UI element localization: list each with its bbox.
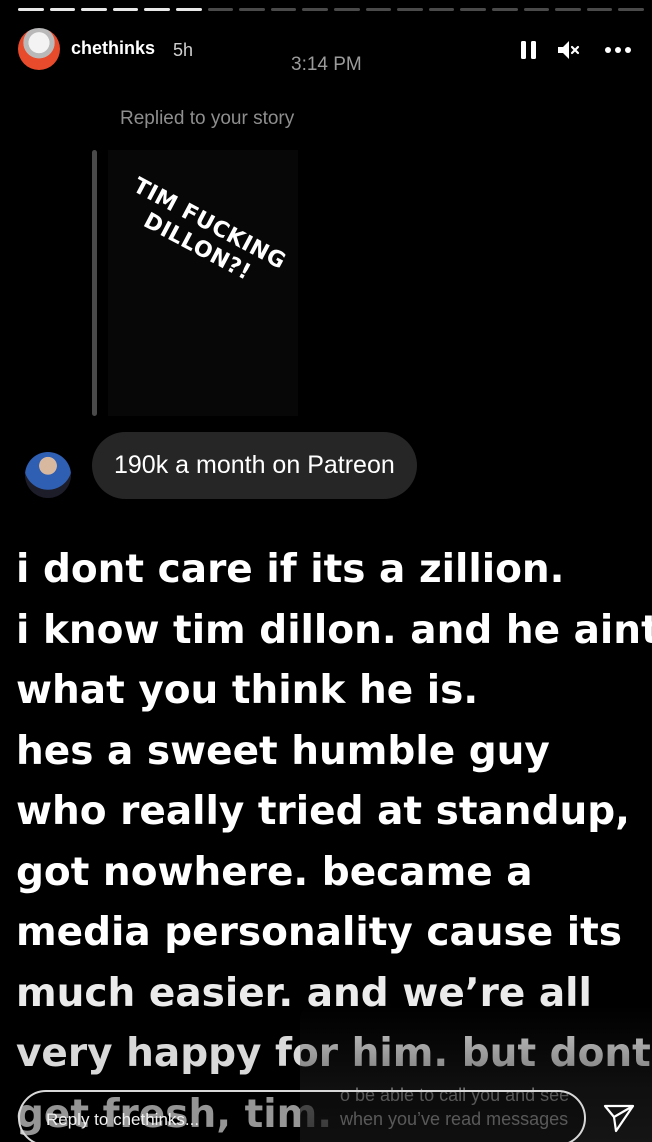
reply-quote-line — [92, 150, 97, 416]
story-header: chethinks 5h 3:14 PM — [18, 26, 634, 75]
progress-segment — [270, 8, 297, 11]
message-bubble: 190k a month on Patreon — [92, 432, 417, 499]
progress-segment — [207, 8, 234, 11]
story-text-line: hes a sweet humble guy — [16, 728, 550, 774]
sender-avatar — [25, 452, 71, 498]
story-text-line: who really tried at standup, — [16, 789, 630, 834]
progress-segment — [555, 8, 581, 11]
progress-segment — [491, 8, 518, 11]
user-avatar[interactable] — [18, 28, 60, 70]
story-text-line: i know tim dillon. and he aint — [16, 607, 652, 653]
progress-segment — [365, 8, 392, 11]
story-text-line: i dont care if its a zillion. — [16, 547, 565, 592]
message-text: 190k a month on Patreon — [114, 451, 395, 479]
progress-segment — [144, 8, 170, 11]
progress-segment — [586, 8, 613, 11]
progress-segment — [523, 8, 550, 11]
more-options-icon[interactable] — [603, 38, 633, 62]
username[interactable]: chethinks — [71, 38, 155, 59]
progress-segment — [397, 8, 423, 11]
story-text-line: media personality cause its — [16, 910, 623, 955]
progress-segment — [460, 8, 486, 11]
story-viewer: chethinks 5h 3:14 PM Replied to your sto… — [0, 0, 652, 1142]
mute-icon[interactable] — [555, 38, 581, 62]
story-text-line: got nowhere. became a — [16, 849, 533, 895]
progress-segment — [18, 8, 44, 11]
send-icon[interactable] — [602, 1102, 636, 1134]
pause-icon[interactable] — [516, 38, 542, 62]
progress-segment — [428, 8, 455, 11]
post-time-ago: 5h — [173, 40, 194, 60]
progress-segment — [239, 8, 265, 11]
progress-segment — [618, 8, 644, 11]
progress-segment — [49, 8, 76, 11]
progress-segment — [302, 8, 328, 11]
replied-to-story-label: Replied to your story — [120, 108, 295, 129]
progress-segment — [175, 8, 202, 11]
story-text-line: what you think he is. — [16, 668, 479, 713]
progress-segment — [81, 8, 107, 11]
story-progress-bar — [18, 8, 644, 11]
reply-input[interactable] — [46, 1110, 346, 1130]
progress-segment — [112, 8, 139, 11]
message-timestamp: 3:14 PM — [291, 54, 362, 75]
progress-segment — [333, 8, 360, 11]
